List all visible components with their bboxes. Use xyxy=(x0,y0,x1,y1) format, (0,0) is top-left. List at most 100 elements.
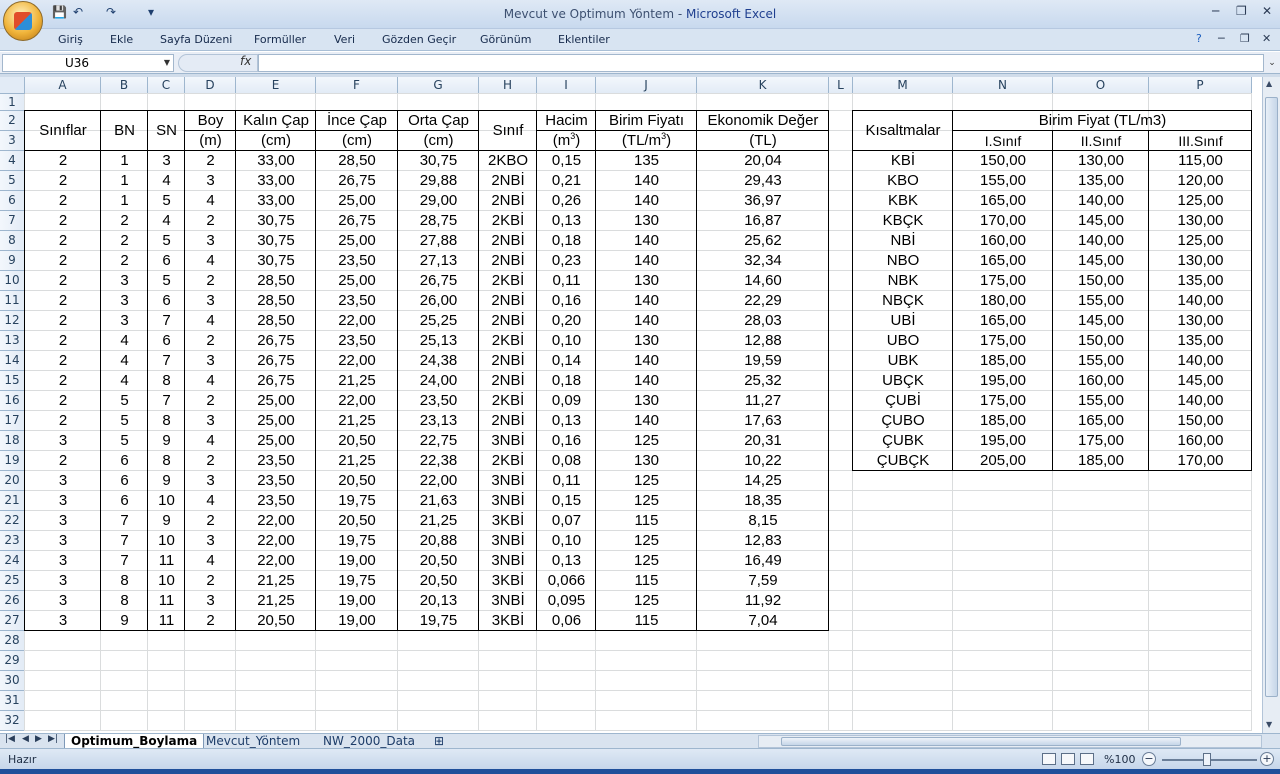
unit-orta[interactable]: (cm) xyxy=(398,131,479,151)
price-cell[interactable]: 170,00 xyxy=(953,211,1053,231)
price-cell[interactable]: NBİ xyxy=(853,231,953,251)
data-cell[interactable]: 140 xyxy=(596,191,697,211)
price-cell[interactable]: UBÇK xyxy=(853,371,953,391)
price-cell[interactable]: 185,00 xyxy=(953,351,1053,371)
data-cell[interactable]: 26,75 xyxy=(316,171,398,191)
data-cell[interactable]: 16,49 xyxy=(697,551,829,571)
data-cell[interactable]: 7 xyxy=(101,511,148,531)
normal-view-icon[interactable] xyxy=(1042,753,1056,765)
row-header-15[interactable]: 15 xyxy=(0,371,25,391)
data-cell[interactable]: 4 xyxy=(185,491,236,511)
unit-hacim[interactable]: (m3) xyxy=(537,131,596,151)
first-sheet-icon[interactable]: |◀ xyxy=(5,734,15,744)
row-header-10[interactable]: 10 xyxy=(0,271,25,291)
data-cell[interactable]: 2 xyxy=(25,371,101,391)
data-cell[interactable]: 0,11 xyxy=(537,271,596,291)
price-cell[interactable]: 175,00 xyxy=(1053,431,1149,451)
data-cell[interactable]: 22,00 xyxy=(236,551,316,571)
column-header-g[interactable]: G xyxy=(398,77,479,94)
data-cell[interactable]: 2 xyxy=(185,211,236,231)
data-cell[interactable]: 7 xyxy=(148,351,185,371)
data-cell[interactable]: 2 xyxy=(25,271,101,291)
data-cell[interactable]: 27,88 xyxy=(398,231,479,251)
data-cell[interactable]: 0,13 xyxy=(537,211,596,231)
data-cell[interactable]: 140 xyxy=(596,411,697,431)
data-cell[interactable]: 9 xyxy=(101,611,148,631)
data-cell[interactable]: 3NBİ xyxy=(479,491,537,511)
price-cell[interactable]: 175,00 xyxy=(953,391,1053,411)
column-header-o[interactable]: O xyxy=(1053,77,1149,94)
column-header-n[interactable]: N xyxy=(953,77,1053,94)
data-cell[interactable]: 4 xyxy=(148,171,185,191)
data-cell[interactable]: 19,00 xyxy=(316,591,398,611)
data-cell[interactable]: 2 xyxy=(25,311,101,331)
data-cell[interactable]: 2 xyxy=(25,391,101,411)
price-cell[interactable]: 155,00 xyxy=(1053,391,1149,411)
price-cell[interactable]: 185,00 xyxy=(953,411,1053,431)
data-cell[interactable]: 2KBİ xyxy=(479,451,537,471)
next-sheet-icon[interactable]: ▶ xyxy=(35,734,42,744)
data-cell[interactable]: 21,25 xyxy=(316,451,398,471)
expand-formula-bar-icon[interactable]: ⌄ xyxy=(1266,54,1278,72)
price-cell[interactable]: NBK xyxy=(853,271,953,291)
data-cell[interactable]: 2 xyxy=(25,291,101,311)
data-cell[interactable]: 11 xyxy=(148,551,185,571)
data-cell[interactable]: 3 xyxy=(185,351,236,371)
data-cell[interactable]: 24,00 xyxy=(398,371,479,391)
horizontal-scroll-thumb[interactable] xyxy=(781,737,1181,746)
data-cell[interactable]: 4 xyxy=(101,331,148,351)
data-cell[interactable]: 8 xyxy=(101,571,148,591)
data-cell[interactable]: 3 xyxy=(185,531,236,551)
data-cell[interactable]: 2 xyxy=(25,331,101,351)
sheet-tab-optimum-boylama[interactable]: Optimum_Boylama xyxy=(64,734,205,749)
prev-sheet-icon[interactable]: ◀ xyxy=(22,734,29,744)
data-cell[interactable]: 11 xyxy=(148,591,185,611)
data-cell[interactable]: 22,29 xyxy=(697,291,829,311)
formula-input[interactable] xyxy=(258,54,1264,72)
price-cell[interactable]: KBO xyxy=(853,171,953,191)
data-cell[interactable]: 8 xyxy=(148,451,185,471)
price-cell[interactable]: KBK xyxy=(853,191,953,211)
data-cell[interactable]: 0,11 xyxy=(537,471,596,491)
column-header-j[interactable]: J xyxy=(596,77,697,94)
data-cell[interactable]: 3 xyxy=(185,171,236,191)
data-cell[interactable]: 2 xyxy=(25,211,101,231)
data-cell[interactable]: 140 xyxy=(596,251,697,271)
data-cell[interactable]: 25,00 xyxy=(236,411,316,431)
data-cell[interactable]: 0,23 xyxy=(537,251,596,271)
price-cell[interactable]: 140,00 xyxy=(1053,191,1149,211)
data-cell[interactable]: 4 xyxy=(185,311,236,331)
data-cell[interactable]: 25,62 xyxy=(697,231,829,251)
data-cell[interactable]: 33,00 xyxy=(236,191,316,211)
zoom-level[interactable]: %100 xyxy=(1104,753,1135,766)
data-cell[interactable]: 3KBİ xyxy=(479,611,537,631)
data-cell[interactable]: 29,43 xyxy=(697,171,829,191)
unit-boy[interactable]: (m) xyxy=(185,131,236,151)
data-cell[interactable]: 8,15 xyxy=(697,511,829,531)
data-cell[interactable]: 28,75 xyxy=(398,211,479,231)
data-cell[interactable]: 0,095 xyxy=(537,591,596,611)
data-cell[interactable]: 140 xyxy=(596,291,697,311)
row-header-5[interactable]: 5 xyxy=(0,171,25,191)
data-cell[interactable]: 2 xyxy=(185,511,236,531)
data-cell[interactable]: 2 xyxy=(25,251,101,271)
vertical-scroll-thumb[interactable] xyxy=(1265,97,1278,697)
data-cell[interactable]: 5 xyxy=(101,411,148,431)
data-cell[interactable]: 140 xyxy=(596,311,697,331)
insert-function-icon[interactable]: fx xyxy=(240,54,251,68)
data-cell[interactable]: 36,97 xyxy=(697,191,829,211)
tab-formuller[interactable]: Formüller xyxy=(254,33,306,46)
data-cell[interactable]: 4 xyxy=(185,371,236,391)
data-cell[interactable]: 4 xyxy=(185,551,236,571)
price-cell[interactable]: KBÇK xyxy=(853,211,953,231)
column-header-f[interactable]: F xyxy=(316,77,398,94)
data-cell[interactable]: 3 xyxy=(185,411,236,431)
data-cell[interactable]: 33,00 xyxy=(236,171,316,191)
row-header-28[interactable]: 28 xyxy=(0,631,25,651)
data-cell[interactable]: 6 xyxy=(101,491,148,511)
data-cell[interactable]: 0,15 xyxy=(537,151,596,171)
data-cell[interactable]: 0,07 xyxy=(537,511,596,531)
data-cell[interactable]: 125 xyxy=(596,471,697,491)
data-cell[interactable]: 2KBO xyxy=(479,151,537,171)
row-header-7[interactable]: 7 xyxy=(0,211,25,231)
